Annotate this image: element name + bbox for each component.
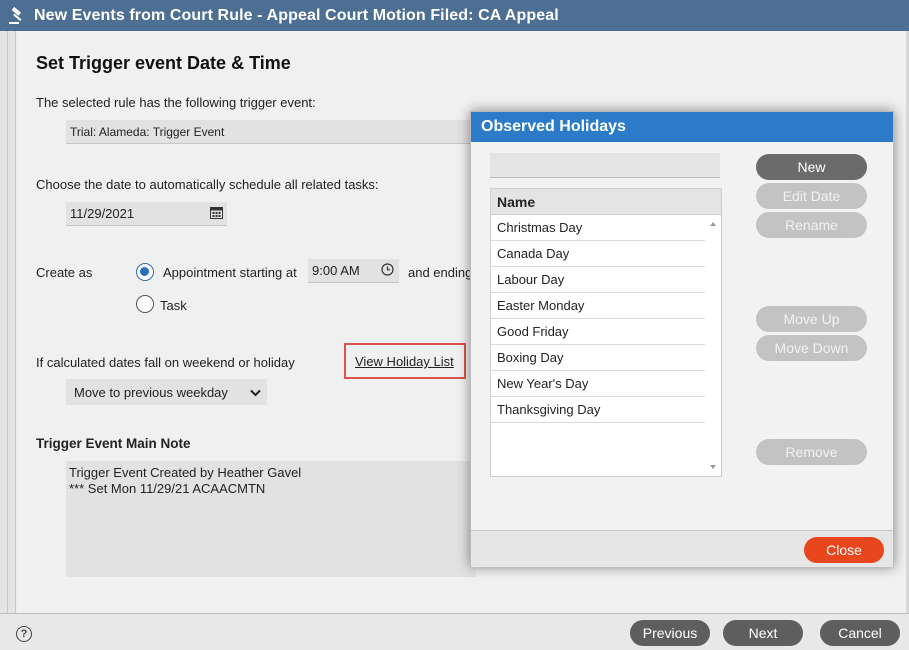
holiday-search-input[interactable] <box>490 153 720 178</box>
weekend-rule-select[interactable]: Move to previous weekday <box>66 379 267 405</box>
start-time-value: 9:00 AM <box>312 263 360 278</box>
dialog-footer: Close <box>471 530 893 567</box>
date-label: Choose the date to automatically schedul… <box>36 177 379 192</box>
observed-holidays-dialog: Observed Holidays Name Christmas Day Can… <box>470 111 894 567</box>
list-item[interactable]: New Year's Day <box>491 371 705 397</box>
scroll-down-icon[interactable] <box>710 465 716 469</box>
weekend-rule-value: Move to previous weekday <box>74 384 228 400</box>
left-gutter <box>0 31 16 613</box>
create-as-label: Create as <box>36 265 93 280</box>
scroll-up-icon[interactable] <box>710 222 716 226</box>
task-label: Task <box>160 298 187 313</box>
list-item[interactable]: Good Friday <box>491 319 705 345</box>
holiday-list: Name Christmas Day Canada Day Labour Day… <box>490 188 722 477</box>
appointment-label: Appointment starting at <box>163 265 297 280</box>
trigger-event-field: Trial: Alameda: Trigger Event <box>66 120 486 144</box>
window-titlebar: New Events from Court Rule - Appeal Cour… <box>0 0 909 31</box>
date-value: 11/29/2021 <box>70 206 135 221</box>
list-item[interactable]: Canada Day <box>491 241 705 267</box>
move-down-button[interactable]: Move Down <box>756 335 867 361</box>
remove-button[interactable]: Remove <box>756 439 867 465</box>
window-title: New Events from Court Rule - Appeal Cour… <box>34 6 559 24</box>
new-holiday-button[interactable]: New <box>756 154 867 180</box>
move-up-button[interactable]: Move Up <box>756 306 867 332</box>
dialog-title: Observed Holidays <box>471 112 893 142</box>
list-scrollbar[interactable] <box>705 215 721 476</box>
close-button[interactable]: Close <box>804 537 884 563</box>
date-field[interactable]: 11/29/2021 <box>66 202 227 226</box>
gavel-icon <box>0 0 34 31</box>
list-item[interactable]: Thanksgiving Day <box>491 397 705 423</box>
calendar-icon[interactable] <box>210 206 223 222</box>
view-holiday-list-link[interactable]: View Holiday List <box>355 354 454 369</box>
task-radio[interactable] <box>136 295 154 313</box>
list-item[interactable]: Easter Monday <box>491 293 705 319</box>
trigger-label: The selected rule has the following trig… <box>36 95 316 110</box>
name-column-header: Name <box>491 189 721 215</box>
start-time-field[interactable]: 9:00 AM <box>308 259 399 283</box>
edit-date-button[interactable]: Edit Date <box>756 183 867 209</box>
chevron-down-icon <box>250 385 261 400</box>
main-note-textarea[interactable]: Trigger Event Created by Heather Gavel *… <box>66 461 476 577</box>
note-heading: Trigger Event Main Note <box>36 436 191 451</box>
weekend-label: If calculated dates fall on weekend or h… <box>36 355 295 370</box>
wizard-footer: ? Previous Next Cancel <box>0 613 909 650</box>
clock-icon[interactable] <box>381 262 394 279</box>
next-button[interactable]: Next <box>723 620 803 646</box>
ending-label: and ending <box>408 265 473 280</box>
cancel-button[interactable]: Cancel <box>820 620 900 646</box>
list-item[interactable]: Boxing Day <box>491 345 705 371</box>
previous-button[interactable]: Previous <box>630 620 710 646</box>
appointment-radio[interactable] <box>136 263 154 281</box>
list-item[interactable]: Christmas Day <box>491 215 705 241</box>
trigger-event-value: Trial: Alameda: Trigger Event <box>70 124 225 139</box>
list-item[interactable]: Labour Day <box>491 267 705 293</box>
page-title: Set Trigger event Date & Time <box>36 53 291 73</box>
rename-button[interactable]: Rename <box>756 212 867 238</box>
help-icon[interactable]: ? <box>16 626 32 642</box>
